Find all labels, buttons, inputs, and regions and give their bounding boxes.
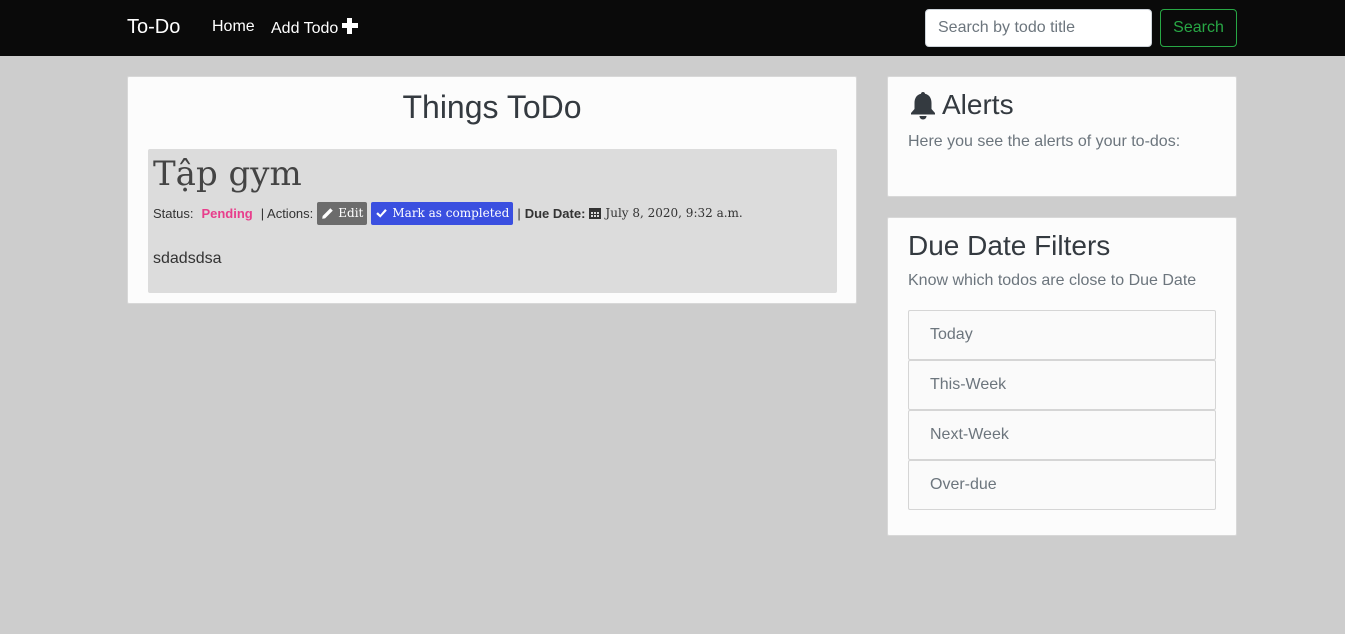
due-date-filters-card: Due Date Filters Know which todos are cl… bbox=[887, 217, 1237, 536]
todo-description: sdadsdsa bbox=[153, 250, 222, 267]
bell-icon bbox=[908, 90, 938, 120]
status-badge: Pending bbox=[201, 205, 253, 221]
pencil-icon bbox=[321, 207, 334, 220]
filter-today[interactable]: Today bbox=[908, 310, 1216, 360]
alerts-heading: Alerts bbox=[908, 89, 1014, 121]
edit-label: Edit bbox=[338, 206, 364, 220]
navbar: To-Do Home Add Todo Search bbox=[0, 0, 1345, 56]
nav-add-todo-link[interactable]: Add Todo bbox=[271, 18, 359, 38]
mark-completed-button[interactable]: Mark as completed bbox=[371, 201, 514, 225]
alerts-title: Alerts bbox=[942, 89, 1014, 120]
nav-home-link[interactable]: Home bbox=[212, 18, 255, 36]
alerts-card: Alerts Here you see the alerts of your t… bbox=[887, 76, 1237, 197]
filter-over-due[interactable]: Over-due bbox=[908, 460, 1216, 510]
calendar-icon bbox=[589, 207, 602, 219]
check-icon bbox=[375, 207, 388, 220]
filter-this-week[interactable]: This-Week bbox=[908, 360, 1216, 410]
status-label: Status: bbox=[153, 205, 194, 221]
plus-icon bbox=[342, 18, 359, 34]
mark-completed-label: Mark as completed bbox=[392, 206, 510, 220]
actions-label: | Actions: bbox=[260, 205, 314, 221]
page-title: Things ToDo bbox=[402, 89, 582, 125]
filter-list: Today This-Week Next-Week Over-due bbox=[908, 310, 1216, 510]
search-input[interactable] bbox=[925, 9, 1152, 47]
due-date-label: Due Date: bbox=[524, 205, 586, 221]
search-button[interactable]: Search bbox=[1160, 9, 1237, 47]
nav-add-todo-label: Add Todo bbox=[271, 20, 339, 37]
filters-text: Know which todos are close to Due Date bbox=[908, 272, 1197, 289]
filters-title: Due Date Filters bbox=[908, 230, 1111, 261]
todo-item: Tập gym Status: Pending | Actions: Edit … bbox=[148, 149, 837, 293]
todo-title: Tập gym bbox=[153, 154, 302, 194]
todo-list-card: Things ToDo Tập gym Status: Pending | Ac… bbox=[127, 76, 857, 304]
alerts-text: Here you see the alerts of your to-dos: bbox=[908, 133, 1181, 150]
filter-next-week[interactable]: Next-Week bbox=[908, 410, 1216, 460]
todo-meta: Status: Pending | Actions: Edit Mark as … bbox=[153, 201, 743, 225]
brand-link[interactable]: To-Do bbox=[127, 16, 180, 39]
separator: | bbox=[517, 205, 521, 221]
edit-button[interactable]: Edit bbox=[317, 201, 368, 225]
due-date-value: July 8, 2020, 9:32 a.m. bbox=[605, 206, 743, 220]
